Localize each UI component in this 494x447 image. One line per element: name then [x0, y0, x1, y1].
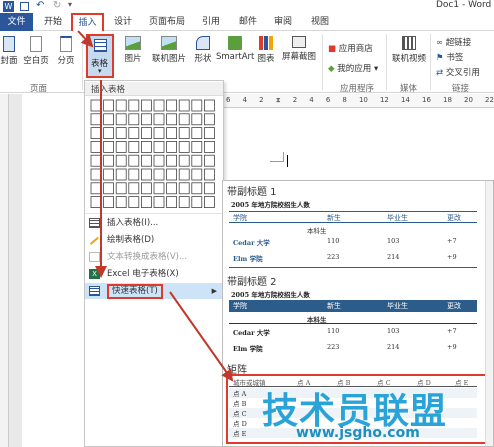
arrow-quick-to-matrix [169, 291, 234, 382]
annotation-arrows [77, 30, 234, 382]
arrow-tab-to-table [77, 30, 94, 48]
watermark-url: www.jsgho.com [296, 425, 420, 441]
